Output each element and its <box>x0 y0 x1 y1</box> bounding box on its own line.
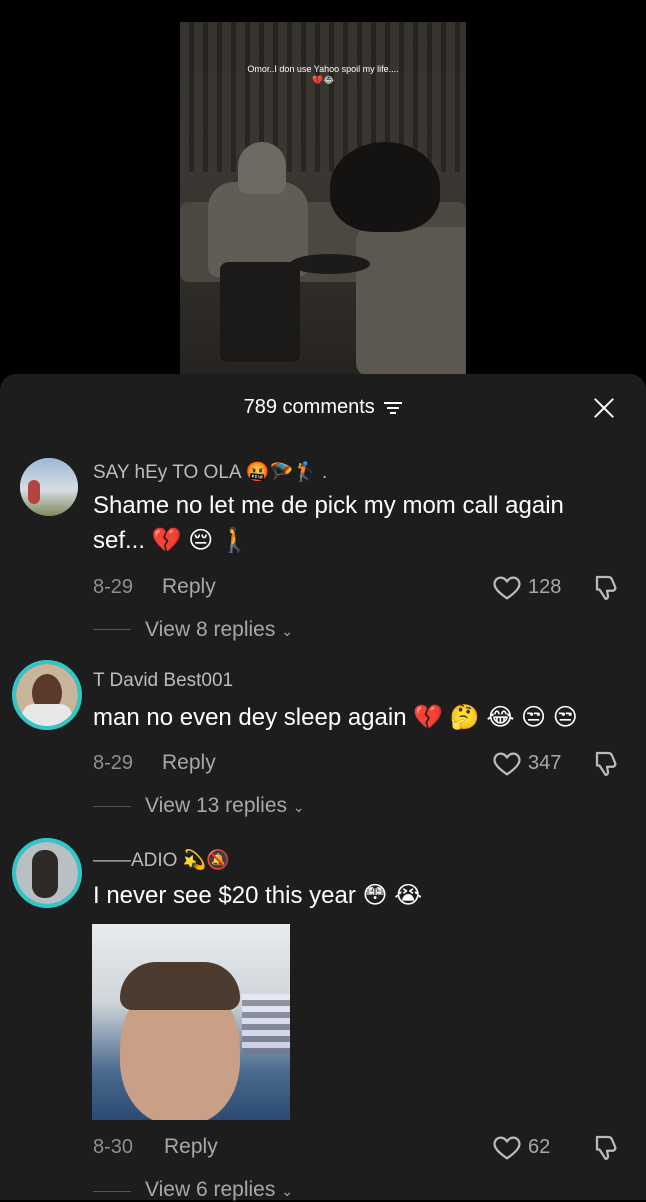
dislike-icon[interactable] <box>592 572 622 602</box>
comments-header: 789 comments <box>0 396 646 419</box>
avatar[interactable] <box>20 458 78 516</box>
comment-count: 789 comments <box>243 396 375 419</box>
comment-gif-image[interactable] <box>92 924 290 1120</box>
view-replies-label: View 6 replies <box>145 1178 276 1201</box>
view-replies-label: View 8 replies <box>145 618 276 641</box>
like-count: 347 <box>528 752 562 774</box>
comment-date: 8-29 <box>93 752 134 774</box>
comment-text: man no even dey sleep again 💔 🤔 😂 😒 😒 <box>93 704 578 731</box>
video-caption: Omor..I don use Yahoo spoil my life....💔… <box>247 64 399 85</box>
comment-username[interactable]: T David Best001 <box>93 670 233 692</box>
comments-sheet: 789 comments SAY hEy TO OLA 🤬🪂🏌️ . Shame… <box>0 374 646 1202</box>
video-preview[interactable]: Omor..I don use Yahoo spoil my life....💔… <box>180 22 466 382</box>
comment-username[interactable]: ——ADIO 💫🔕 <box>93 848 230 872</box>
filter-icon[interactable] <box>384 401 403 415</box>
chevron-down-icon: ⌄ <box>281 1183 293 1199</box>
chevron-down-icon: ⌄ <box>292 799 305 815</box>
video-sofa-arm <box>356 227 466 377</box>
view-replies-button[interactable]: View 6 replies ⌄ <box>145 1178 293 1202</box>
dislike-icon[interactable] <box>592 1132 622 1162</box>
chevron-down-icon: ⌄ <box>281 623 293 639</box>
comment-text: Shame no let me de pick my mom call agai… <box>93 492 564 554</box>
comment-username[interactable]: SAY hEy TO OLA 🤬🪂🏌️ . <box>93 460 327 484</box>
heart-icon[interactable] <box>492 572 522 602</box>
avatar[interactable] <box>12 660 82 730</box>
video-figure-legs <box>220 262 300 362</box>
view-replies-button[interactable]: View 13 replies ⌄ <box>145 794 305 818</box>
video-table <box>290 254 370 274</box>
like-count: 128 <box>528 576 562 598</box>
divider <box>93 629 131 630</box>
comment-date: 8-30 <box>93 1136 134 1158</box>
reply-button[interactable]: Reply <box>162 751 216 775</box>
like-count: 62 <box>528 1136 551 1158</box>
video-figure-hood <box>238 142 286 194</box>
reply-button[interactable]: Reply <box>164 1135 218 1159</box>
divider <box>93 806 131 807</box>
dislike-icon[interactable] <box>592 748 622 778</box>
video-curtain <box>180 22 466 172</box>
heart-icon[interactable] <box>492 1132 522 1162</box>
comment-date: 8-29 <box>93 576 134 598</box>
divider <box>93 1191 131 1192</box>
view-replies-label: View 13 replies <box>145 794 288 817</box>
close-icon[interactable] <box>592 396 616 420</box>
heart-icon[interactable] <box>492 748 522 778</box>
video-plant <box>330 142 440 232</box>
view-replies-button[interactable]: View 8 replies ⌄ <box>145 618 293 642</box>
reply-button[interactable]: Reply <box>162 575 216 599</box>
comment-text: I never see $20 this year 😳 😭 <box>93 882 423 909</box>
avatar[interactable] <box>12 838 82 908</box>
